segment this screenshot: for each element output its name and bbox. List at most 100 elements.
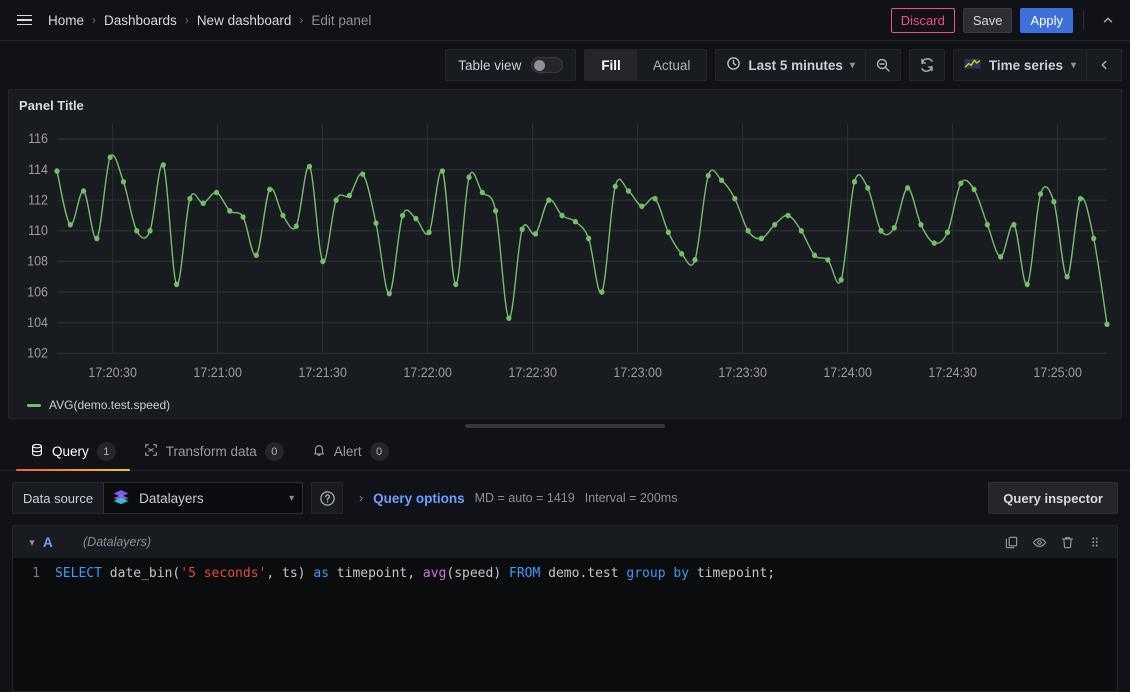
series-point bbox=[134, 228, 139, 234]
y-axis-tick-label: 110 bbox=[28, 223, 48, 239]
topbar-divider bbox=[1083, 10, 1084, 30]
x-axis-tick-label: 17:24:30 bbox=[928, 365, 977, 381]
actual-option[interactable]: Actual bbox=[637, 50, 707, 80]
breadcrumb-item-dashboards[interactable]: Dashboards bbox=[104, 13, 177, 28]
series-point bbox=[94, 236, 99, 242]
panel-resize-handle[interactable] bbox=[465, 424, 665, 428]
series-point bbox=[666, 230, 671, 236]
series-point bbox=[453, 282, 458, 288]
series-point bbox=[812, 253, 817, 259]
question-circle-icon[interactable] bbox=[311, 482, 343, 514]
query-options-toggle[interactable]: › Query options MD = auto = 1419 Interva… bbox=[359, 491, 677, 506]
series-point bbox=[613, 184, 618, 190]
sql-query-text[interactable]: SELECT date_bin('5 seconds', ts) as time… bbox=[47, 558, 1117, 691]
tab-transform-count: 0 bbox=[265, 442, 284, 461]
series-point bbox=[772, 222, 777, 228]
series-point bbox=[68, 222, 73, 228]
time-series-icon bbox=[964, 56, 981, 74]
legend-series-label[interactable]: AVG(demo.test.speed) bbox=[49, 398, 170, 412]
sql-token: as bbox=[313, 566, 329, 581]
series-point bbox=[546, 197, 551, 203]
data-source-select[interactable]: Datalayers ▾ bbox=[103, 482, 303, 514]
query-ref-id[interactable]: A bbox=[43, 535, 83, 550]
chevron-right-icon: › bbox=[359, 491, 363, 505]
sql-code-editor[interactable]: 1 SELECT date_bin('5 seconds', ts) as ti… bbox=[13, 558, 1117, 691]
breadcrumb-item-edit-panel: Edit panel bbox=[311, 13, 371, 28]
series-point bbox=[679, 251, 684, 257]
refresh-icon[interactable] bbox=[910, 50, 944, 80]
series-point bbox=[626, 188, 631, 194]
table-view-toggle-group[interactable]: Table view bbox=[445, 49, 576, 81]
series-point bbox=[187, 196, 192, 202]
y-axis-tick-label: 114 bbox=[28, 161, 48, 177]
series-point bbox=[878, 228, 883, 234]
sql-token: group by bbox=[626, 566, 689, 581]
chart-legend: AVG(demo.test.speed) bbox=[9, 392, 1121, 418]
series-point bbox=[746, 228, 751, 234]
x-axis-tick-label: 17:25:00 bbox=[1033, 365, 1082, 381]
refresh-group bbox=[909, 49, 945, 81]
breadcrumb-item-home[interactable]: Home bbox=[48, 13, 84, 28]
eye-icon[interactable] bbox=[1025, 528, 1053, 556]
x-axis-tick-label: 17:21:00 bbox=[193, 365, 242, 381]
tab-query-count: 1 bbox=[97, 442, 116, 461]
series-point bbox=[147, 228, 152, 234]
series-point bbox=[54, 168, 59, 174]
tab-alert-label: Alert bbox=[334, 444, 362, 459]
series-point bbox=[1078, 196, 1083, 202]
query-inspector-button[interactable]: Query inspector bbox=[988, 482, 1118, 514]
panel-title: Panel Title bbox=[9, 90, 1121, 115]
chevron-down-icon[interactable]: ▾ bbox=[21, 536, 43, 549]
series-point bbox=[440, 168, 445, 174]
series-point bbox=[307, 164, 312, 170]
top-navigation-bar: Home › Dashboards › New dashboard › Edit… bbox=[0, 0, 1130, 41]
x-axis-tick-label: 17:20:30 bbox=[88, 365, 137, 381]
time-range-label: Last 5 minutes bbox=[748, 58, 843, 73]
breadcrumb-separator-icon: › bbox=[92, 13, 96, 27]
breadcrumb-item-new-dashboard[interactable]: New dashboard bbox=[197, 13, 292, 28]
interval-text: Interval = 200ms bbox=[585, 491, 678, 505]
series-point bbox=[971, 187, 976, 193]
visualization-picker[interactable]: Time series ▾ bbox=[954, 50, 1086, 80]
series-point bbox=[400, 213, 405, 219]
chevron-up-icon[interactable] bbox=[1094, 6, 1122, 34]
chart-plot-area[interactable]: 10210410610811011211411617:20:3017:21:00… bbox=[9, 115, 1121, 392]
series-point bbox=[719, 177, 724, 183]
y-axis-tick-label: 112 bbox=[28, 192, 48, 208]
series-point bbox=[1011, 222, 1016, 228]
series-point bbox=[905, 185, 910, 191]
apply-button[interactable]: Apply bbox=[1020, 8, 1073, 33]
series-point bbox=[1091, 236, 1096, 242]
series-point bbox=[320, 259, 325, 265]
drag-handle-icon[interactable] bbox=[1081, 528, 1109, 556]
series-point bbox=[294, 223, 299, 229]
tab-query[interactable]: Query 1 bbox=[16, 433, 130, 470]
hamburger-icon[interactable] bbox=[10, 6, 38, 34]
series-point bbox=[1038, 191, 1043, 197]
fill-actual-segmented-control: Fill Actual bbox=[584, 49, 707, 81]
trash-icon[interactable] bbox=[1053, 528, 1081, 556]
table-view-switch[interactable] bbox=[531, 57, 563, 73]
series-point bbox=[559, 213, 564, 219]
series-point bbox=[998, 254, 1003, 260]
series-point bbox=[280, 213, 285, 219]
sql-token: date_bin( bbox=[102, 566, 180, 581]
chevron-left-icon[interactable] bbox=[1087, 50, 1121, 80]
tab-alert-count: 0 bbox=[370, 442, 389, 461]
series-point bbox=[785, 213, 790, 219]
switch-knob bbox=[534, 60, 545, 71]
save-button[interactable]: Save bbox=[963, 8, 1013, 33]
visualization-label: Time series bbox=[989, 58, 1063, 73]
discard-button[interactable]: Discard bbox=[891, 8, 955, 33]
y-axis-tick-label: 106 bbox=[27, 284, 48, 300]
copy-icon[interactable] bbox=[997, 528, 1025, 556]
time-range-picker[interactable]: Last 5 minutes ▾ bbox=[716, 50, 865, 80]
series-point bbox=[573, 219, 578, 225]
tab-transform-data[interactable]: Transform data 0 bbox=[130, 433, 298, 470]
panel-edit-toolbar: Table view Fill Actual Last 5 minutes ▾ bbox=[0, 41, 1130, 89]
fill-option[interactable]: Fill bbox=[585, 50, 637, 80]
zoom-out-icon[interactable] bbox=[866, 50, 900, 80]
chevron-down-icon: ▾ bbox=[850, 60, 855, 71]
tab-alert[interactable]: Alert 0 bbox=[298, 433, 403, 470]
series-point bbox=[599, 289, 604, 295]
